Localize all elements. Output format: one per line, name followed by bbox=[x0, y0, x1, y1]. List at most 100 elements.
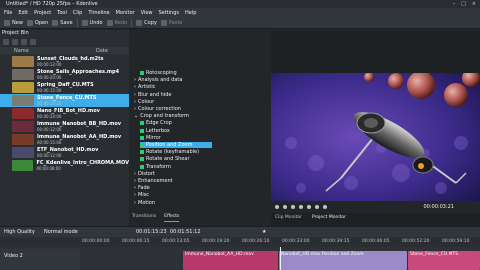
clip-list-item[interactable]: Nano_FIB_Bot_HD.mov 00:00:24:00 bbox=[0, 107, 129, 120]
clip-duration: 00:00:12:00 bbox=[37, 62, 62, 67]
menu-file[interactable]: File bbox=[4, 10, 12, 16]
close-icon[interactable]: × bbox=[472, 1, 476, 7]
clip-thumbnail bbox=[12, 147, 34, 158]
edit-mode-dropdown[interactable]: Normal mode bbox=[44, 229, 78, 235]
clip-thumbnail bbox=[12, 82, 34, 93]
new-button[interactable]: New bbox=[4, 19, 23, 26]
window-title: Untitled* / HD 720p 25fps – Kdenlive bbox=[6, 1, 98, 7]
timeline-clip[interactable]: Stone_Fence_CU.MTS bbox=[408, 251, 480, 270]
undo-button[interactable]: Undo bbox=[81, 19, 103, 26]
clip-list-item[interactable]: Immune_Nanobot_BB_HD.mov 00:00:12:00 bbox=[0, 120, 129, 133]
effects-panel: Rotoscoping › Analysis and data › Artistic › B… bbox=[130, 30, 270, 226]
effect-item[interactable]: › Colour bbox=[134, 99, 154, 105]
monitor-panel: 00:00:03:21 Clip Monitor Project Monitor bbox=[271, 30, 480, 226]
clip-list-item[interactable]: Spring_Daff_CU.MTS 00:00:15:00 bbox=[0, 81, 129, 94]
clip-list-item[interactable]: Stone_Fence_CU.MTS 00:00:10:20 bbox=[0, 94, 129, 107]
timeline-position[interactable]: 00:01:15:23 bbox=[136, 229, 167, 235]
menu-project[interactable]: Project bbox=[34, 10, 51, 16]
menu-help[interactable]: Help bbox=[185, 10, 196, 16]
effect-item[interactable]: ⌄ Crop and transform bbox=[134, 113, 189, 119]
clip-duration: 00:00:15:00 bbox=[37, 140, 62, 145]
ruler-tick-label: 00:00:13:05 bbox=[162, 239, 190, 244]
chevron-down-icon: ⌄ bbox=[134, 113, 139, 120]
clip-list-item[interactable]: Immune_Nanobot_AA_HD.mov 00:00:15:00 bbox=[0, 133, 129, 146]
menu-tool[interactable]: Tool bbox=[57, 10, 67, 16]
timeline-clip[interactable]: Immune_Nanobot_AA_HD.mov bbox=[183, 251, 278, 270]
monitor-timecode[interactable]: 00:00:03:21 bbox=[423, 204, 454, 210]
monitor-viewer[interactable] bbox=[271, 73, 480, 201]
effect-item[interactable]: Transform bbox=[140, 164, 171, 170]
clip-thumbnail bbox=[12, 56, 34, 67]
effect-item[interactable]: Rotoscoping bbox=[140, 70, 177, 76]
forward-icon[interactable] bbox=[307, 205, 311, 209]
tab-project-monitor[interactable]: Project Monitor bbox=[312, 215, 346, 223]
effect-item[interactable]: Rotate and Shear bbox=[140, 156, 190, 162]
effect-item[interactable]: Position and Zoom bbox=[140, 142, 213, 148]
play-icon[interactable] bbox=[291, 205, 295, 209]
effect-item[interactable]: › Blur and hide bbox=[134, 92, 171, 98]
open-button[interactable]: Open bbox=[26, 19, 48, 26]
effect-item[interactable]: › Artistic bbox=[134, 84, 156, 90]
effect-item[interactable]: › Distort bbox=[134, 171, 155, 177]
ruler-tick-label: 00:00:26:10 bbox=[242, 239, 270, 244]
clip-list-item[interactable]: Stone_Sails_Approaches.mp4 00:00:20:00 bbox=[0, 68, 129, 81]
in-point-icon[interactable] bbox=[315, 205, 319, 209]
effect-item[interactable]: › Analysis and data bbox=[134, 77, 182, 83]
effect-item[interactable]: Rotate (keyframable) bbox=[140, 149, 199, 155]
menu-monitor[interactable]: Monitor bbox=[116, 10, 135, 16]
playhead[interactable] bbox=[280, 247, 281, 270]
menu-timeline[interactable]: Timeline bbox=[88, 10, 109, 16]
out-point-icon[interactable] bbox=[323, 205, 327, 209]
effect-item[interactable]: › Enhancement bbox=[134, 178, 173, 184]
tab-clip-monitor[interactable]: Clip Monitor bbox=[275, 215, 302, 223]
ruler-tick-label: 00:00:19:20 bbox=[202, 239, 230, 244]
clip-list-item[interactable]: FC_Kdenlive_Intro_CHROMA.MOV 00:00:08:00 bbox=[0, 159, 129, 172]
clip-list-item[interactable]: Sunset_Clouds_hd.m2ts 00:00:12:00 bbox=[0, 55, 129, 68]
timeline-ruler[interactable]: 00:00:00:00 00:00:06:15 00:00:13:05 00:00:1… bbox=[0, 237, 480, 247]
monitor-tabs: Clip Monitor Project Monitor bbox=[271, 215, 480, 223]
chevron-right-icon: › bbox=[134, 185, 136, 192]
save-icon bbox=[52, 19, 59, 26]
ruler-tick-label: 00:00:52:20 bbox=[402, 239, 430, 244]
folder-icon bbox=[26, 19, 33, 26]
next-frame-icon[interactable] bbox=[299, 205, 303, 209]
zoom-icon[interactable] bbox=[30, 39, 36, 45]
column-date[interactable]: Date bbox=[96, 48, 108, 54]
add-clip-icon[interactable] bbox=[12, 39, 18, 45]
view-mode-icon[interactable] bbox=[21, 39, 27, 45]
effect-item[interactable]: › Motion bbox=[134, 200, 155, 206]
effect-item[interactable]: Mirror bbox=[140, 135, 161, 141]
save-button[interactable]: Save bbox=[52, 19, 73, 26]
tab-effects[interactable]: Effects bbox=[164, 214, 180, 222]
timeline-duration: 00:01:51:12 bbox=[170, 229, 201, 235]
rewind-icon[interactable] bbox=[275, 205, 279, 209]
clip-list-item[interactable]: ETF_Nanobot_HD.mov 00:00:12:00 bbox=[0, 146, 129, 159]
effect-item[interactable]: Letterbox bbox=[140, 128, 170, 134]
effect-item[interactable]: Edge Crop bbox=[140, 120, 172, 126]
menu-settings[interactable]: Settings bbox=[159, 10, 180, 16]
tab-transitions[interactable]: Transitions bbox=[132, 214, 156, 222]
redo-button[interactable]: Redo bbox=[106, 19, 127, 26]
ruler-tick-label: 00:00:46:05 bbox=[362, 239, 390, 244]
menu-edit[interactable]: Edit bbox=[18, 10, 28, 16]
paste-button[interactable]: Paste bbox=[160, 19, 182, 26]
timeline-clip[interactable]: Nanobot_HD.mov Position and Zoom bbox=[279, 251, 407, 270]
maximize-icon[interactable]: □ bbox=[461, 1, 466, 7]
menu-view[interactable]: View bbox=[141, 10, 153, 16]
previous-frame-icon[interactable] bbox=[283, 205, 287, 209]
column-name[interactable]: Name bbox=[14, 48, 29, 54]
bin-menu-icon[interactable] bbox=[3, 39, 9, 45]
quality-dropdown[interactable]: High Quality bbox=[4, 229, 35, 235]
effect-icon bbox=[140, 135, 144, 140]
clip-duration: 00:00:12:00 bbox=[37, 153, 62, 158]
menu-clip[interactable]: Clip bbox=[73, 10, 82, 16]
clip-thumbnail bbox=[12, 121, 34, 132]
minimize-icon[interactable]: – bbox=[453, 1, 456, 7]
effect-item[interactable]: › Colour correction bbox=[134, 106, 181, 112]
copy-button[interactable]: Copy bbox=[136, 19, 157, 26]
copy-icon bbox=[136, 19, 143, 26]
star-icon[interactable]: ★ bbox=[262, 229, 266, 235]
effect-item[interactable]: › Fade bbox=[134, 185, 150, 191]
effect-item[interactable]: › Misc bbox=[134, 192, 149, 198]
chevron-right-icon: › bbox=[134, 98, 136, 105]
